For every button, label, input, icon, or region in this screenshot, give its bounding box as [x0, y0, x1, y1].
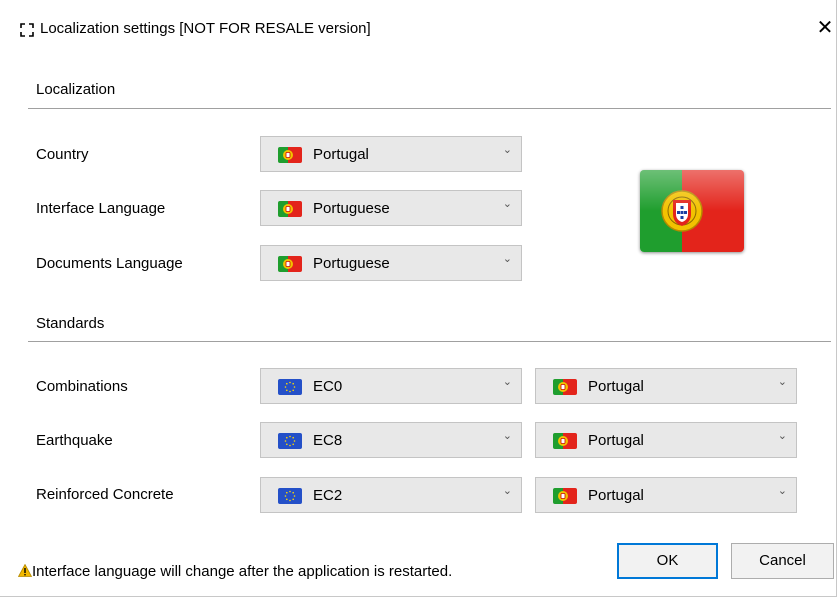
chevron-down-icon: ⌄ [777, 376, 787, 388]
chevron-down-icon: ⌄ [777, 430, 787, 442]
eu-flag-icon [278, 488, 302, 504]
interface-language-select[interactable]: Portuguese ⌄ [260, 190, 522, 226]
documents-language-label: Documents Language [36, 255, 183, 272]
documents-language-value: Portuguese [313, 255, 390, 272]
portugal-flag-icon [553, 433, 577, 449]
combinations-annex-select[interactable]: Portugal ⌄ [535, 368, 797, 404]
window-title: Localization settings [NOT FOR RESALE ve… [40, 20, 371, 37]
portugal-flag-icon [278, 201, 302, 217]
brackets-icon [20, 23, 34, 37]
interface-language-value: Portuguese [313, 200, 390, 217]
reinforced-concrete-annex-select[interactable]: Portugal ⌄ [535, 477, 797, 513]
warning-icon [18, 564, 32, 577]
earthquake-label: Earthquake [36, 432, 113, 449]
standards-heading: Standards [36, 315, 105, 332]
eu-flag-icon [278, 433, 302, 449]
close-icon[interactable]: ✕ [812, 14, 838, 42]
country-label: Country [36, 146, 89, 163]
chevron-down-icon: ⌄ [502, 198, 512, 210]
cancel-button[interactable]: Cancel [731, 543, 834, 579]
ok-button[interactable]: OK [617, 543, 718, 579]
portugal-flag-icon [553, 488, 577, 504]
portugal-flag-icon [553, 379, 577, 395]
country-value: Portugal [313, 146, 369, 163]
localization-divider [28, 108, 831, 109]
chevron-down-icon: ⌄ [777, 485, 787, 497]
earthquake-annex-value: Portugal [588, 432, 644, 449]
combinations-code-select[interactable]: EC0 ⌄ [260, 368, 522, 404]
eu-flag-icon [278, 379, 302, 395]
portugal-flag [640, 170, 744, 252]
reinforced-concrete-annex-value: Portugal [588, 487, 644, 504]
chevron-down-icon: ⌄ [502, 144, 512, 156]
chevron-down-icon: ⌄ [502, 485, 512, 497]
combinations-label: Combinations [36, 378, 128, 395]
combinations-code-value: EC0 [313, 378, 343, 395]
localization-heading: Localization [36, 81, 116, 98]
earthquake-code-select[interactable]: EC8 ⌄ [260, 422, 522, 458]
portugal-flag-icon [278, 147, 302, 163]
localization-settings-dialog: Localization settings [NOT FOR RESALE ve… [0, 0, 837, 597]
standards-divider [28, 341, 831, 342]
title-bar: Localization settings [NOT FOR RESALE ve… [0, 0, 836, 62]
documents-language-select[interactable]: Portuguese ⌄ [260, 245, 522, 281]
chevron-down-icon: ⌄ [502, 430, 512, 442]
restart-warning: Interface language will change after the… [18, 563, 452, 580]
chevron-down-icon: ⌄ [502, 376, 512, 388]
earthquake-annex-select[interactable]: Portugal ⌄ [535, 422, 797, 458]
country-select[interactable]: Portugal ⌄ [260, 136, 522, 172]
reinforced-concrete-code-value: EC2 [313, 487, 343, 504]
combinations-annex-value: Portugal [588, 378, 644, 395]
restart-warning-text: Interface language will change after the… [32, 563, 453, 580]
reinforced-concrete-code-select[interactable]: EC2 ⌄ [260, 477, 522, 513]
chevron-down-icon: ⌄ [502, 253, 512, 265]
reinforced-concrete-label: Reinforced Concrete [36, 486, 174, 503]
interface-language-label: Interface Language [36, 200, 166, 217]
portugal-flag-icon [278, 256, 302, 272]
earthquake-code-value: EC8 [313, 432, 343, 449]
